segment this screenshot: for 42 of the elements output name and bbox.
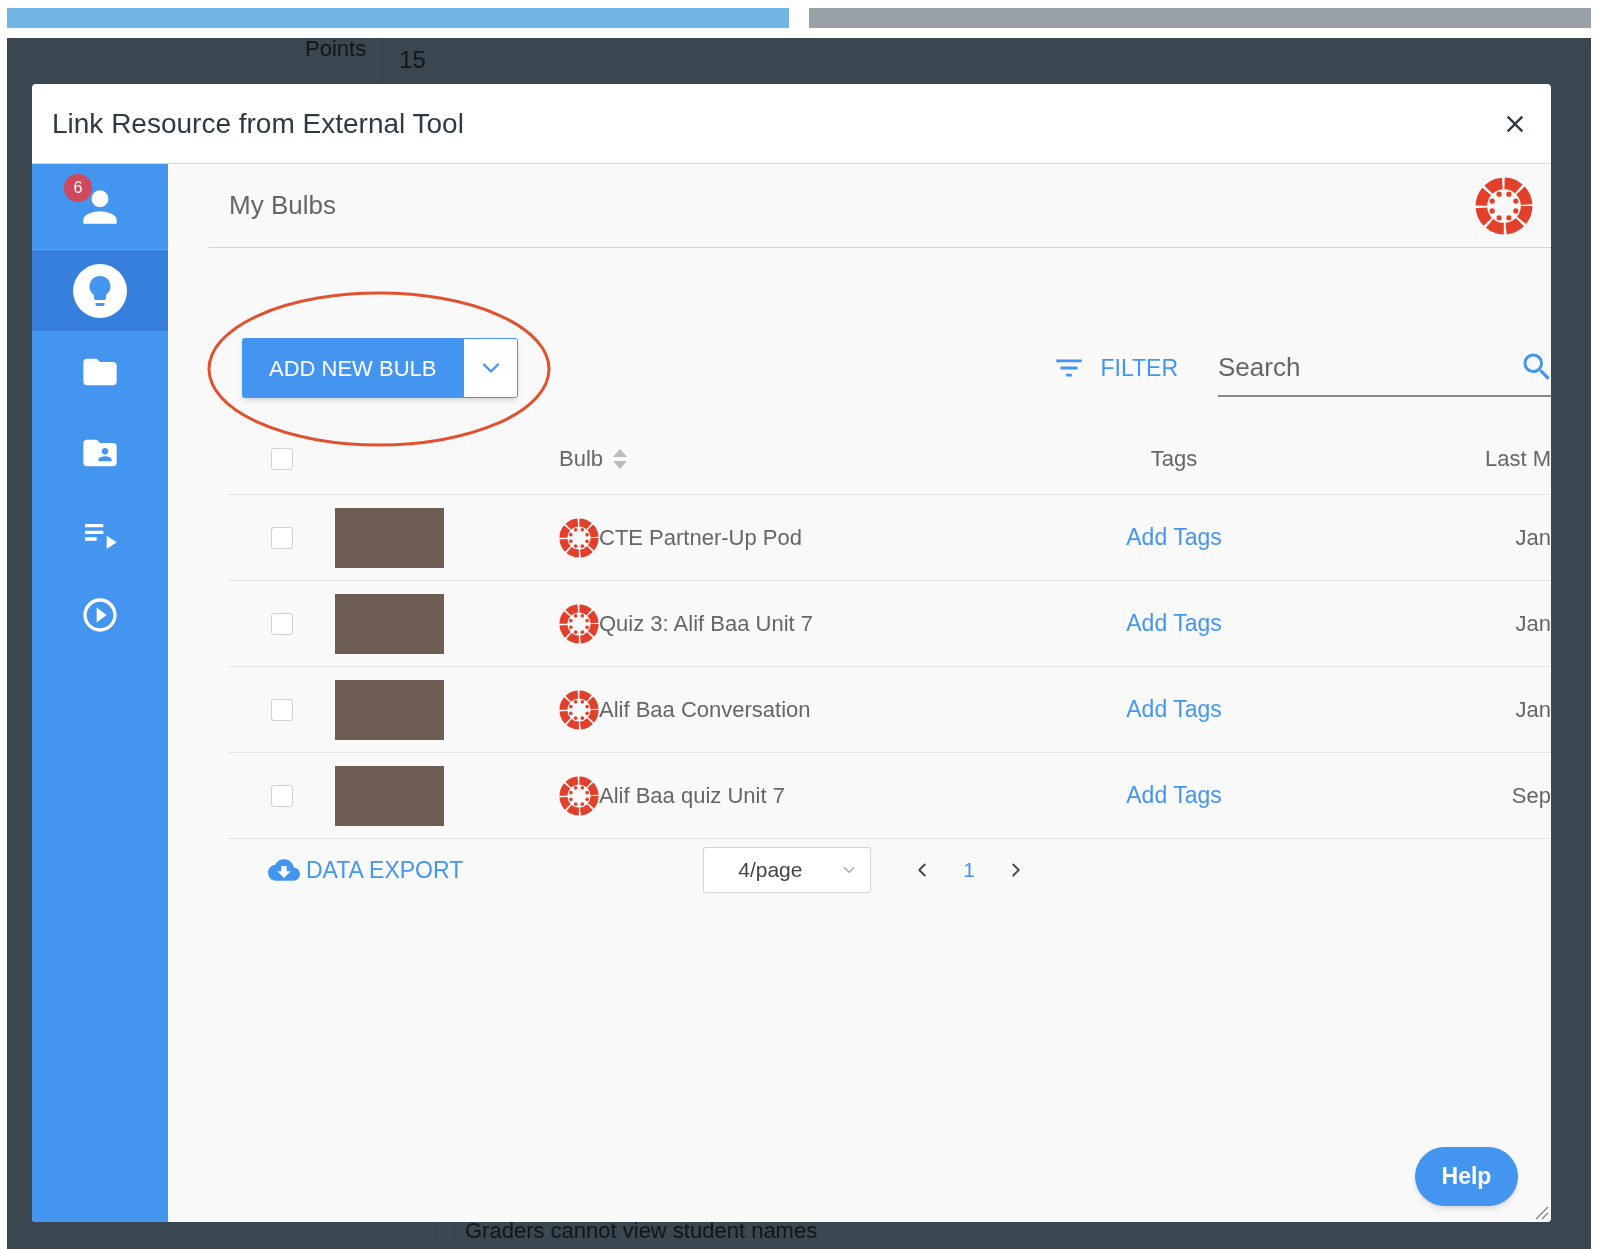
bulb-name: CTE Partner-Up Pod (599, 524, 802, 552)
date-cell-text: Jan (1515, 524, 1551, 552)
data-export-button[interactable]: DATA EXPORT (268, 852, 464, 888)
row-checkbox[interactable] (270, 526, 293, 549)
help-button[interactable]: Help (1415, 1147, 1518, 1206)
row-checkbox[interactable] (270, 784, 293, 807)
notification-badge: 6 (64, 174, 92, 202)
add-tags-link[interactable]: Add Tags (1126, 606, 1222, 641)
date-cell-text: Sep (1511, 782, 1551, 810)
page-title: My Bulbs (229, 189, 336, 222)
table-row[interactable]: Quiz 3: Alif Baa Unit 7 Add Tags Jan (228, 581, 1551, 667)
page-size-select[interactable]: 4/page (703, 847, 872, 893)
date-cell-text: Jan (1515, 610, 1551, 638)
logo-icon (559, 775, 599, 816)
logo-icon (1475, 176, 1533, 235)
bulb-name: Alif Baa Conversation (599, 696, 811, 724)
add-new-bulb-button[interactable]: ADD NEW BULB (242, 338, 464, 398)
add-tags-link[interactable]: Add Tags (1126, 692, 1222, 727)
sidebar-item[interactable] (32, 250, 168, 331)
date-cell-text: Jan (1515, 696, 1551, 724)
column-header: Last M (1484, 445, 1551, 473)
logo-icon (559, 689, 599, 730)
filter-button[interactable]: FILTER (1052, 350, 1178, 386)
add-tags-link[interactable]: Add Tags (1126, 520, 1222, 555)
table-row[interactable]: Alif Baa Conversation Add Tags Jan (228, 667, 1551, 753)
sort-icon (613, 448, 628, 469)
table-row[interactable]: CTE Partner-Up Pod Add Tags Jan (228, 495, 1551, 581)
logo-icon (559, 603, 599, 644)
add-tags-link[interactable]: Add Tags (1126, 778, 1222, 813)
dropdown-button[interactable] (463, 338, 519, 398)
row-checkbox[interactable] (270, 698, 293, 721)
column-header: Tags (1150, 445, 1198, 473)
table-row[interactable]: Alif Baa quiz Unit 7 Add Tags Sep (228, 753, 1551, 839)
dialog-title: Link Resource from External Tool (52, 106, 464, 141)
select-all-checkbox[interactable] (270, 447, 293, 470)
page-number[interactable]: 1 (963, 854, 975, 886)
lightbulb-icon (73, 263, 127, 318)
row-checkbox[interactable] (270, 612, 293, 635)
bulb-name: Quiz 3: Alif Baa Unit 7 (599, 610, 813, 638)
bulb-name: Alif Baa quiz Unit 7 (599, 782, 785, 810)
column-header[interactable]: Bulb (559, 442, 604, 475)
logo-icon (559, 517, 599, 558)
